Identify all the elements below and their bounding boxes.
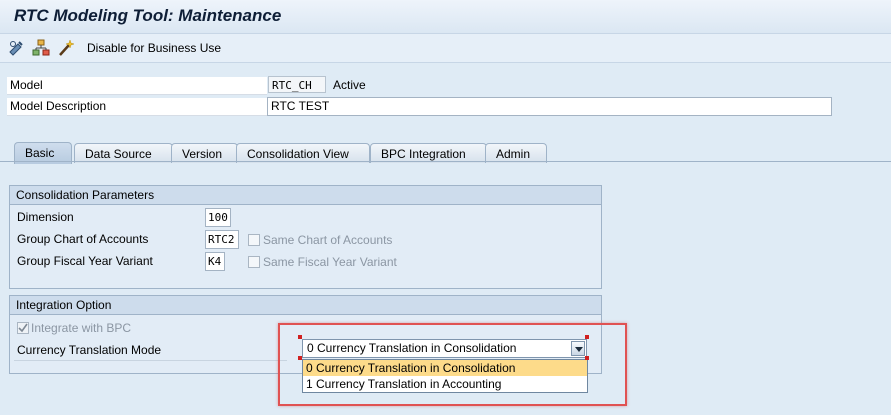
model-field: RTC_CH: [268, 76, 326, 93]
tab-consolidation-view[interactable]: Consolidation View: [236, 143, 370, 163]
model-description-input[interactable]: RTC TEST: [267, 97, 832, 116]
hierarchy-icon[interactable]: [32, 39, 50, 57]
highlight-annotation: [278, 323, 627, 406]
group-title: Integration Option: [10, 296, 601, 315]
tab-admin[interactable]: Admin: [485, 143, 547, 163]
group-chart-of-accounts-input[interactable]: RTC2: [205, 230, 239, 249]
tab-divider: [0, 161, 891, 162]
group-title: Consolidation Parameters: [10, 186, 601, 205]
tab-version[interactable]: Version: [171, 143, 238, 163]
selection-marker: [298, 356, 302, 360]
group-fiscal-year-variant-label: Group Fiscal Year Variant: [17, 254, 153, 268]
integrate-bpc-label: Integrate with BPC: [31, 321, 132, 335]
window-title: RTC Modeling Tool: Maintenance: [14, 6, 282, 25]
selection-marker: [298, 335, 302, 339]
same-fiscal-year-variant-label: Same Fiscal Year Variant: [263, 255, 397, 269]
display-change-icon[interactable]: [8, 39, 26, 57]
selection-marker: [585, 335, 589, 339]
same-chart-of-accounts-label: Same Chart of Accounts: [263, 233, 393, 247]
currency-translation-mode-label: Currency Translation Mode: [14, 341, 287, 361]
checkmark-icon: [18, 323, 28, 333]
application-toolbar: Disable for Business Use: [0, 34, 891, 63]
selection-marker: [585, 356, 589, 360]
tab-data-source[interactable]: Data Source: [74, 143, 173, 163]
same-fiscal-year-variant-checkbox[interactable]: [248, 256, 260, 268]
dimension-input[interactable]: 100: [205, 208, 231, 227]
model-label: Model: [7, 77, 267, 95]
tab-bpc-integration[interactable]: BPC Integration: [370, 143, 487, 163]
group-fiscal-year-variant-input[interactable]: K4: [205, 252, 225, 271]
model-status: Active: [333, 78, 366, 92]
disable-business-use-button[interactable]: Disable for Business Use: [87, 41, 221, 55]
dimension-label: Dimension: [17, 210, 74, 224]
title-bar: RTC Modeling Tool: Maintenance: [0, 0, 891, 34]
main-content: Model RTC_CH Active Model Description RT…: [0, 63, 891, 415]
same-chart-of-accounts-checkbox[interactable]: [248, 234, 260, 246]
group-chart-of-accounts-label: Group Chart of Accounts: [17, 232, 149, 246]
magic-wand-icon[interactable]: [57, 39, 75, 57]
consolidation-parameters-group: Consolidation Parameters Dimension 100 G…: [9, 185, 602, 289]
model-description-label: Model Description: [7, 98, 267, 116]
integrate-bpc-checkbox[interactable]: [17, 322, 29, 334]
